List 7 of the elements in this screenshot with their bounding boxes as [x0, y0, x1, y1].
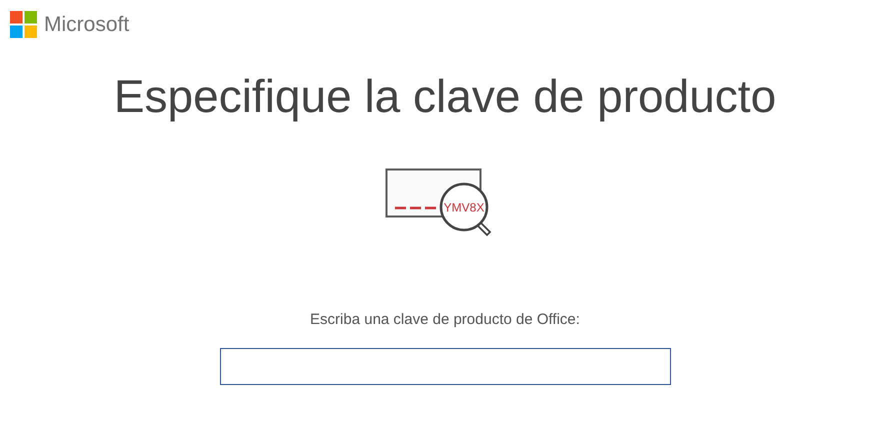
logo-icon	[10, 10, 37, 38]
brand-name: Microsoft	[44, 14, 130, 34]
product-key-field[interactable]	[220, 348, 670, 385]
page-title: Especifique la clave de producto	[114, 69, 776, 124]
product-key-label: Escriba una clave de producto de Office:	[310, 310, 580, 330]
key-fragment: YMV8X	[444, 200, 484, 214]
magnifier-icon	[440, 182, 492, 236]
